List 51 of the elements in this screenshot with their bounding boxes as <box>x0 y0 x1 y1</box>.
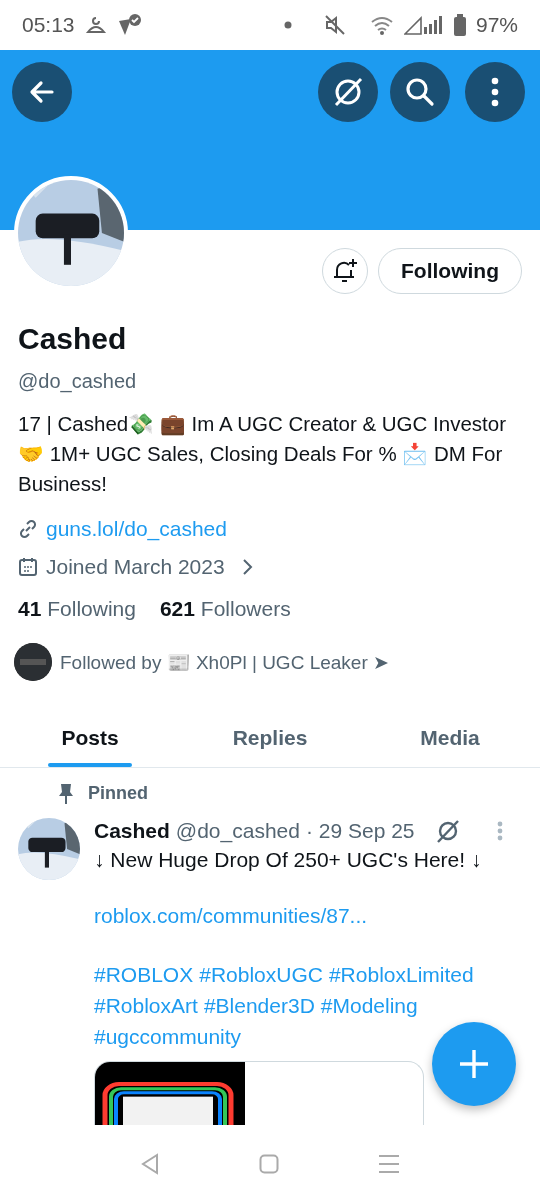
pinned-label: Pinned <box>88 782 148 804</box>
square-home-icon <box>259 1154 279 1174</box>
follower-avatar-icon <box>14 643 52 681</box>
menu-icon <box>378 1154 401 1174</box>
joined-date: Joined March 2023 <box>46 555 225 579</box>
profile-tab[interactable]: Posts <box>0 709 180 767</box>
hashtag-link[interactable]: #Blender3D <box>203 991 315 1020</box>
chevron-right-icon[interactable] <box>240 558 253 576</box>
profile-tab[interactable]: Replies <box>180 709 360 767</box>
signal-icon <box>403 15 444 35</box>
following-count-link[interactable]: 41 Following <box>18 597 136 621</box>
link-icon <box>18 519 38 539</box>
pin-icon <box>58 782 74 804</box>
following-button[interactable]: Following <box>378 248 522 294</box>
post-text: ↓ New Huge Drop Of 250+ UGC's Here! ↓ <box>94 848 483 872</box>
post-link[interactable]: roblox.com/communities/87... <box>94 904 368 928</box>
post-author: Cashed <box>94 819 170 843</box>
post-handle: @do_cashed <box>175 819 300 843</box>
compose-button[interactable] <box>432 1022 516 1106</box>
profile-bio: 17 | Cashed💸 💼 Im A UGC Creator & UGC Investor 🤝 1M+ UGC Sales, Closing Deals For % 📩 DM For Business! <box>18 411 507 497</box>
notification-button[interactable] <box>322 248 368 294</box>
hashtag-link[interactable]: #RobloxUGC <box>199 960 323 989</box>
calendar-icon <box>18 557 38 577</box>
triangle-back-icon <box>139 1153 160 1175</box>
battery-icon <box>453 14 466 36</box>
profile-name: Cashed <box>18 322 128 356</box>
plus-icon <box>457 1047 491 1081</box>
hashtag-link[interactable]: #RobloxArt <box>94 991 198 1020</box>
hashtag-link[interactable]: #ugccommunity <box>94 1022 242 1051</box>
followed-by-text[interactable]: Followed by 📰 Xh0Pl | UGC Leaker ➤ <box>60 650 389 674</box>
back-button[interactable] <box>12 62 72 122</box>
dot-icon <box>283 21 292 29</box>
search-button[interactable] <box>390 62 450 122</box>
mute-icon <box>323 14 346 36</box>
website-link[interactable]: guns.lol/do_cashed <box>46 517 227 541</box>
clock: 05:13 <box>22 13 75 37</box>
battery-level: 97% <box>475 13 518 37</box>
post-date: · 29 Sep 25 <box>305 819 415 843</box>
profile-handle: @do_cashed <box>18 370 138 393</box>
followers-count-link[interactable]: 621 Followers <box>159 597 291 621</box>
hashtag-link[interactable]: #Modeling <box>320 991 418 1020</box>
slashed-circle-icon[interactable] <box>434 818 461 844</box>
profile-tab[interactable]: Media <box>360 709 540 767</box>
more-button[interactable] <box>465 62 525 122</box>
bell-plus-icon <box>331 257 359 285</box>
app-notification-icon <box>116 13 143 37</box>
search-icon <box>404 76 436 108</box>
more-icon <box>491 77 499 107</box>
hashtag-link[interactable]: #RobloxLimited <box>328 960 474 989</box>
hashtag-link[interactable]: #ROBLOX <box>94 960 194 989</box>
wifi-icon <box>369 15 394 35</box>
